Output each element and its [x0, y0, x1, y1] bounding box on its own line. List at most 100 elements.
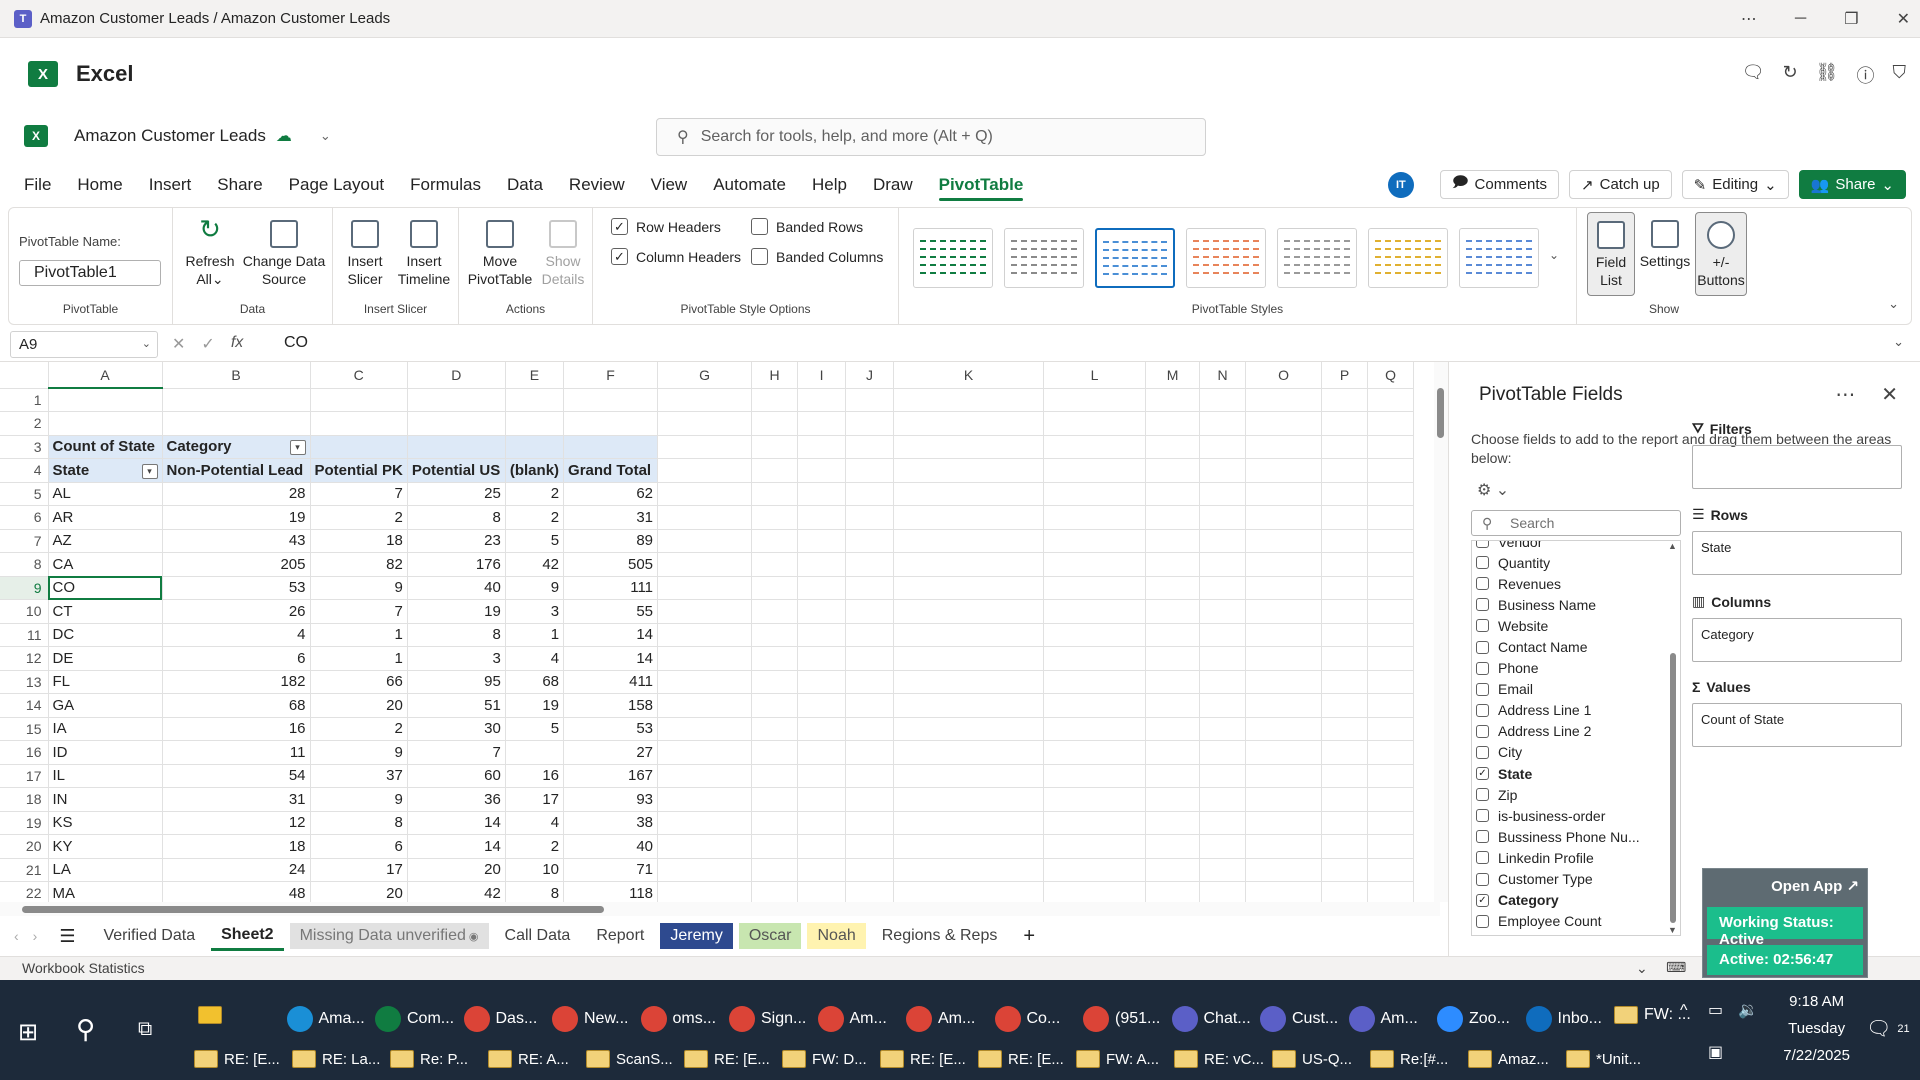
column-header[interactable]: F — [563, 362, 659, 389]
grid-cell[interactable] — [1321, 811, 1369, 835]
empty-checkbox-icon[interactable] — [1476, 640, 1489, 654]
grid-cell[interactable] — [893, 411, 1045, 436]
empty-checkbox-icon[interactable] — [1476, 619, 1489, 633]
menu-help[interactable]: Help — [799, 162, 860, 207]
grid-cell[interactable] — [893, 599, 1045, 624]
grid-cell[interactable]: Potential PK — [310, 458, 408, 483]
grid-cell[interactable] — [1321, 458, 1369, 483]
grid-cell[interactable] — [1145, 670, 1201, 694]
scroll-thumb[interactable] — [1437, 388, 1444, 438]
checked-checkbox-icon[interactable]: ✓ — [1476, 893, 1489, 907]
grid-cell[interactable] — [657, 482, 753, 506]
grid-cell[interactable] — [893, 717, 1045, 741]
grid-cell[interactable]: 2 — [505, 505, 565, 530]
grid-cell[interactable] — [1199, 646, 1247, 671]
grid-cell[interactable] — [797, 646, 847, 671]
grid-cell[interactable]: DE — [48, 646, 163, 671]
grid-cell[interactable] — [657, 740, 753, 765]
grid-cell[interactable]: 2 — [505, 482, 565, 506]
grid-cell[interactable]: (blank) — [505, 458, 565, 483]
grid-cell[interactable] — [797, 458, 847, 483]
grid-cell[interactable] — [1145, 482, 1201, 506]
grid-cell[interactable] — [797, 529, 847, 553]
grid-cell[interactable] — [1245, 529, 1323, 553]
grid-cell[interactable]: Category ▾ — [162, 435, 311, 459]
grid-cell[interactable] — [310, 435, 408, 459]
grid-cell[interactable] — [751, 670, 799, 694]
taskbar-mail-button[interactable]: ScanS... — [586, 1050, 673, 1068]
grid-cell[interactable]: 95 — [407, 670, 506, 694]
grid-cell[interactable]: IL — [48, 764, 163, 788]
grid-cell[interactable] — [1245, 834, 1323, 859]
grid-cell[interactable]: 54 — [162, 764, 311, 788]
pivot-style-thumbnail[interactable] — [1368, 228, 1448, 288]
grid-cell[interactable]: 43 — [162, 529, 311, 553]
grid-cell[interactable] — [797, 858, 847, 882]
grid-cell[interactable] — [797, 623, 847, 647]
grid-cell[interactable] — [845, 623, 895, 647]
comments-button[interactable]: 🗩 Comments — [1439, 170, 1560, 199]
filter-dropdown-icon[interactable]: ▾ — [289, 440, 306, 456]
grid-cell[interactable] — [1145, 576, 1201, 600]
more-options-icon[interactable]: ⋯ — [1741, 9, 1757, 29]
battery-icon[interactable]: ▭ — [1708, 1000, 1723, 1020]
grid-cell[interactable]: 93 — [563, 787, 659, 812]
empty-checkbox-icon[interactable] — [1476, 598, 1489, 612]
column-header[interactable]: A — [48, 362, 163, 389]
grid-cell[interactable] — [1367, 435, 1415, 459]
ribbon-collapse-icon[interactable]: ⌄ — [1888, 296, 1899, 312]
menu-home[interactable]: Home — [64, 162, 135, 207]
grid-cell[interactable] — [1043, 670, 1147, 694]
prev-sheet-icon[interactable]: ‹ — [14, 928, 19, 944]
grid-cell[interactable] — [845, 482, 895, 506]
grid-cell[interactable] — [1321, 435, 1369, 459]
grid-cell[interactable] — [657, 552, 753, 577]
column-header[interactable]: E — [505, 362, 565, 389]
empty-checkbox-icon[interactable] — [1476, 724, 1489, 738]
grid-cell[interactable] — [893, 858, 1045, 882]
grid-cell[interactable]: AR — [48, 505, 163, 530]
all-sheets-menu-icon[interactable]: ☰ — [59, 926, 75, 947]
grid-cell[interactable] — [1145, 811, 1201, 835]
field-item[interactable]: Address Line 1 — [1472, 700, 1680, 721]
grid-cell[interactable] — [1367, 576, 1415, 600]
minimize-icon[interactable]: ─ — [1795, 10, 1806, 28]
more-options-icon[interactable]: ⋯ — [1835, 382, 1855, 407]
spreadsheet-grid[interactable]: A B C D E F G H I J K L M N O P Q 1 2 3 Count of State Catego… — [0, 362, 1440, 910]
grid-cell[interactable] — [845, 693, 895, 718]
grid-cell[interactable] — [1199, 858, 1247, 882]
menu-formulas[interactable]: Formulas — [397, 162, 494, 207]
grid-cell[interactable] — [1367, 670, 1415, 694]
grid-cell[interactable] — [1367, 740, 1415, 765]
grid-cell[interactable] — [1321, 787, 1369, 812]
grid-cell[interactable] — [1245, 599, 1323, 624]
grid-cell[interactable] — [751, 693, 799, 718]
grid-cell[interactable] — [751, 552, 799, 577]
grid-cell[interactable]: 5 — [505, 717, 565, 741]
grid-cell[interactable] — [1367, 411, 1415, 436]
row-header[interactable]: 3 — [0, 435, 49, 459]
menu-draw[interactable]: Draw — [860, 162, 926, 207]
field-item[interactable]: Quantity — [1472, 552, 1680, 573]
field-list-scrollbar[interactable]: ▲ ▼ — [1668, 541, 1678, 935]
grid-cell[interactable]: 7 — [407, 740, 506, 765]
scroll-up-icon[interactable]: ▲ — [1668, 541, 1677, 551]
grid-cell[interactable] — [1245, 505, 1323, 530]
grid-cell[interactable]: 4 — [505, 646, 565, 671]
grid-cell[interactable] — [657, 623, 753, 647]
grid-cell[interactable]: FL — [48, 670, 163, 694]
grid-cell[interactable] — [1199, 623, 1247, 647]
taskbar-app-button[interactable]: (951... — [1083, 1006, 1160, 1032]
grid-cell[interactable] — [751, 411, 799, 436]
grid-cell[interactable]: 40 — [407, 576, 506, 600]
insert-timeline-button[interactable]: Insert Timeline — [393, 220, 455, 288]
grid-cell[interactable] — [1043, 435, 1147, 459]
link-icon[interactable]: ⛓ — [1816, 62, 1839, 88]
grid-cell[interactable] — [1245, 388, 1323, 412]
scroll-down-icon[interactable]: ▼ — [1668, 925, 1677, 935]
values-field-chip[interactable]: Count of State — [1701, 712, 1784, 727]
pivot-style-thumbnail[interactable] — [1095, 228, 1175, 288]
row-header[interactable]: 17 — [0, 764, 49, 788]
grid-cell[interactable] — [751, 482, 799, 506]
grid-cell[interactable] — [1321, 529, 1369, 553]
